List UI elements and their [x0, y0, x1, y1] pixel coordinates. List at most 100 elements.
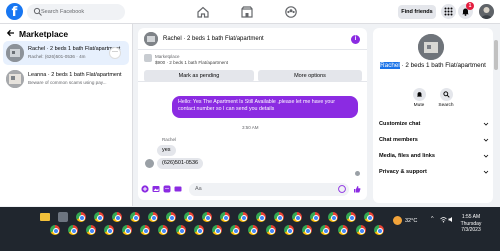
chevron-down-icon [483, 122, 489, 126]
file-explorer-icon[interactable] [40, 213, 50, 221]
chrome-icon[interactable] [184, 212, 194, 222]
notification-badge: 1 [466, 2, 474, 10]
chat-members-row[interactable]: Chat members [379, 137, 489, 143]
chrome-icon[interactable] [176, 225, 186, 235]
message-composer: Aa [138, 180, 367, 200]
like-icon[interactable] [353, 185, 361, 193]
chrome-icon[interactable] [130, 212, 140, 222]
chrome-icon[interactable] [112, 212, 122, 222]
outgoing-message: Hello: Yes The Apartment Is Still Availa… [172, 96, 358, 118]
conversation-avatar [6, 70, 24, 88]
chrome-icon[interactable] [374, 225, 384, 235]
details-title: Rachel · 2 beds 1 bath Flat/apartment [373, 62, 493, 70]
message-input[interactable]: Aa [189, 183, 349, 196]
chevron-up-icon[interactable]: ^ [431, 216, 434, 222]
chrome-icon[interactable] [266, 225, 276, 235]
chrome-icon[interactable] [230, 225, 240, 235]
chat-avatar[interactable] [144, 32, 158, 46]
groups-icon[interactable] [284, 5, 298, 19]
chrome-icon[interactable] [238, 212, 248, 222]
app-icon[interactable] [58, 212, 68, 222]
row-label: Media, files and links [379, 153, 435, 159]
chrome-icon[interactable] [166, 212, 176, 222]
chat-title[interactable]: Rachel · 2 beds 1 bath Flat/apartment [163, 36, 264, 42]
chrome-icon[interactable] [212, 225, 222, 235]
search-placeholder: Search Facebook [41, 9, 85, 15]
message-timestamp: 3:50 AM [242, 125, 259, 130]
plus-icon[interactable] [141, 185, 149, 193]
more-options-button[interactable]: More options [258, 70, 362, 82]
find-friends-button[interactable]: Find friends [398, 5, 436, 19]
chrome-icon[interactable] [320, 225, 330, 235]
incoming-message: yes [157, 145, 176, 156]
media-files-row[interactable]: Media, files and links [379, 153, 489, 159]
chrome-icon[interactable] [76, 212, 86, 222]
chrome-icon[interactable] [274, 212, 284, 222]
row-label: Privacy & support [379, 169, 427, 175]
listing-price[interactable]: $900 · 2 beds 1 bath Flat/apartment [155, 60, 228, 65]
privacy-support-row[interactable]: Privacy & support [379, 169, 489, 175]
chrome-icon[interactable] [194, 225, 204, 235]
back-arrow-icon[interactable] [6, 28, 16, 38]
weather-widget[interactable]: 32°C [393, 216, 417, 225]
home-icon[interactable] [196, 5, 210, 19]
volume-icon[interactable] [448, 216, 455, 223]
chrome-icon[interactable] [86, 225, 96, 235]
conversation-preview: Beware of common scams using pay... [28, 80, 107, 85]
search-conversation-button[interactable]: Search [434, 88, 458, 108]
search-label: Search [438, 103, 454, 108]
avatar-person-icon [479, 4, 494, 19]
chrome-icon[interactable] [140, 225, 150, 235]
chrome-icon[interactable] [248, 225, 258, 235]
chrome-icon[interactable] [328, 212, 338, 222]
search-icon [442, 91, 450, 98]
chrome-icon[interactable] [94, 212, 104, 222]
chrome-icon[interactable] [364, 212, 374, 222]
conversation-item[interactable]: Rachel · 2 beds 1 bath Flat/apartment Ra… [3, 41, 129, 65]
chrome-icon[interactable] [338, 225, 348, 235]
facebook-logo[interactable]: f [6, 3, 23, 20]
chrome-icon[interactable] [104, 225, 114, 235]
sticker-icon[interactable] [163, 185, 171, 193]
chrome-icon[interactable] [256, 212, 266, 222]
customize-chat-row[interactable]: Customize chat [379, 121, 489, 127]
chrome-icon[interactable] [122, 225, 132, 235]
more-options-button[interactable]: ··· [109, 47, 121, 59]
windows-taskbar [0, 207, 500, 251]
seen-indicator [355, 171, 360, 176]
menu-button[interactable] [441, 4, 456, 19]
chrome-icon[interactable] [148, 212, 158, 222]
marketplace-icon[interactable] [240, 5, 254, 19]
details-listing: · 2 beds 1 bath Flat/apartment [399, 62, 486, 69]
conversation-details-panel: Rachel · 2 beds 1 bath Flat/apartment Mu… [373, 28, 493, 203]
page-scrollbar[interactable] [494, 30, 498, 205]
info-icon[interactable]: i [351, 35, 360, 44]
apartment-thumbnail-icon [144, 32, 158, 46]
mute-button[interactable]: Mute [407, 88, 431, 108]
listing-label: Marketplace [155, 54, 180, 59]
chrome-icon[interactable] [346, 212, 356, 222]
chrome-icon[interactable] [158, 225, 168, 235]
mark-pending-button[interactable]: Mark as pending [144, 70, 254, 82]
emoji-icon[interactable] [338, 185, 346, 193]
profile-avatar[interactable] [479, 4, 494, 19]
conversation-item[interactable]: Leanna · 2 beds 1 bath Flat/apartment Be… [3, 67, 129, 91]
chevron-down-icon [483, 154, 489, 158]
gif-icon[interactable] [174, 185, 182, 193]
chrome-icon[interactable] [202, 212, 212, 222]
wifi-icon[interactable] [440, 216, 447, 223]
scrollbar-thumb[interactable] [494, 40, 498, 70]
chrome-icon[interactable] [68, 225, 78, 235]
chrome-icon[interactable] [292, 212, 302, 222]
system-clock[interactable]: 1:55 AM Thursday 7/3/2023 [456, 214, 486, 234]
chrome-icon[interactable] [284, 225, 294, 235]
details-avatar[interactable] [418, 34, 444, 60]
chrome-icon[interactable] [302, 225, 312, 235]
search-input[interactable]: Search Facebook [27, 4, 125, 20]
image-icon[interactable] [152, 185, 160, 193]
chrome-icon[interactable] [356, 225, 366, 235]
chrome-icon[interactable] [310, 212, 320, 222]
mute-label: Mute [413, 103, 425, 108]
chrome-icon[interactable] [50, 225, 60, 235]
chrome-icon[interactable] [220, 212, 230, 222]
